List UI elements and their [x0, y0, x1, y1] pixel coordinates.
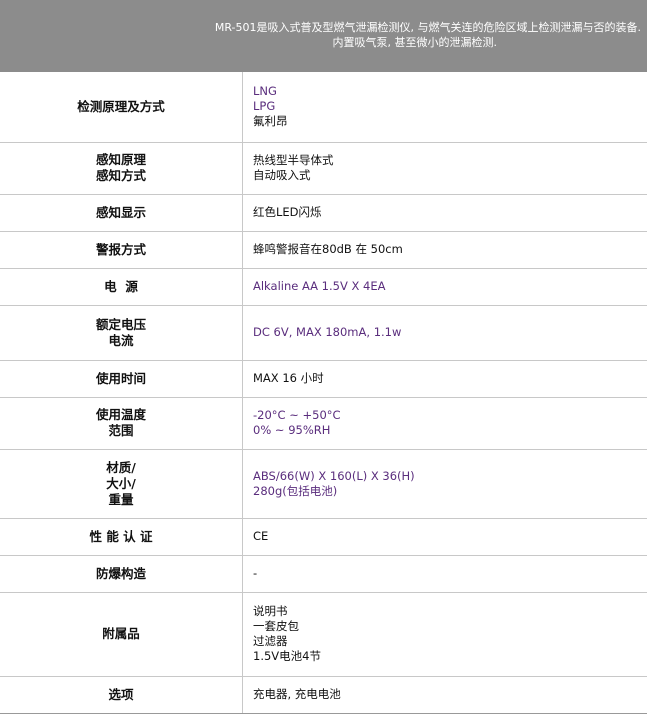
spec-label: 使用温度 范围 — [0, 397, 243, 450]
spec-value: MAX 16 小时 — [242, 360, 647, 398]
spec-label: 电 源 — [0, 268, 243, 306]
spec-value: Alkaline AA 1.5V X 4EA — [242, 268, 647, 306]
spec-row-display: 感知显示 红色LED闪烁 — [0, 194, 647, 232]
spec-row-options: 选项 充电器, 充电电池 — [0, 676, 647, 714]
intro-line-2: 内置吸气泵, 甚至微小的泄漏检测. — [332, 36, 498, 49]
spec-label: 感知显示 — [0, 194, 243, 232]
spec-row-power: 电 源 Alkaline AA 1.5V X 4EA — [0, 268, 647, 306]
intro-line-1: MR-501是吸入式普及型燃气泄漏检测仪, 与燃气关连的危险区域上检测泄漏与否的… — [214, 21, 641, 34]
spec-row-detection: 检测原理及方式 LNG LPG 氟利昂 — [0, 72, 647, 143]
spec-row-accessories: 附属品 说明书 一套皮包 过滤器 1.5V电池4节 — [0, 592, 647, 677]
spec-value: -20°C ~ +50°C 0% ~ 95%RH — [242, 397, 647, 450]
spec-row-temperature: 使用温度 范围 -20°C ~ +50°C 0% ~ 95%RH — [0, 397, 647, 450]
intro-banner: MR-501是吸入式普及型燃气泄漏检测仪, 与燃气关连的危险区域上检测泄漏与否的… — [0, 0, 647, 72]
spec-label: 性 能 认 证 — [0, 518, 243, 556]
spec-label: 使用时间 — [0, 360, 243, 398]
spec-row-explosion-proof: 防爆构造 - — [0, 555, 647, 593]
spec-label: 额定电压 电流 — [0, 305, 243, 361]
spec-label: 材质/ 大小/ 重量 — [0, 449, 243, 519]
spec-value: 说明书 一套皮包 过滤器 1.5V电池4节 — [242, 592, 647, 677]
spec-label: 防爆构造 — [0, 555, 243, 593]
spec-value: ABS/66(W) X 160(L) X 36(H) 280g(包括电池) — [242, 449, 647, 519]
spec-row-certification: 性 能 认 证 CE — [0, 518, 647, 556]
spec-value: 充电器, 充电电池 — [242, 676, 647, 714]
spec-value: 蜂鸣警报音在80dB 在 50cm — [242, 231, 647, 269]
spec-row-sensing: 感知原理 感知方式 热线型半导体式 自动吸入式 — [0, 142, 647, 195]
spec-value: LNG LPG 氟利昂 — [242, 72, 647, 143]
spec-value: CE — [242, 518, 647, 556]
spec-label: 感知原理 感知方式 — [0, 142, 243, 195]
spec-row-material: 材质/ 大小/ 重量 ABS/66(W) X 160(L) X 36(H) 28… — [0, 449, 647, 519]
spec-row-runtime: 使用时间 MAX 16 小时 — [0, 360, 647, 398]
spec-table: 检测原理及方式 LNG LPG 氟利昂 感知原理 感知方式 热线型半导体式 自动… — [0, 72, 647, 714]
spec-label: 检测原理及方式 — [0, 72, 243, 143]
spec-value: DC 6V, MAX 180mA, 1.1w — [242, 305, 647, 361]
spec-row-rating: 额定电压 电流 DC 6V, MAX 180mA, 1.1w — [0, 305, 647, 361]
spec-value: 红色LED闪烁 — [242, 194, 647, 232]
spec-row-alarm: 警报方式 蜂鸣警报音在80dB 在 50cm — [0, 231, 647, 269]
spec-value: 热线型半导体式 自动吸入式 — [242, 142, 647, 195]
spec-label: 附属品 — [0, 592, 243, 677]
spec-label: 选项 — [0, 676, 243, 714]
spec-label: 警报方式 — [0, 231, 243, 269]
spec-value: - — [242, 555, 647, 593]
